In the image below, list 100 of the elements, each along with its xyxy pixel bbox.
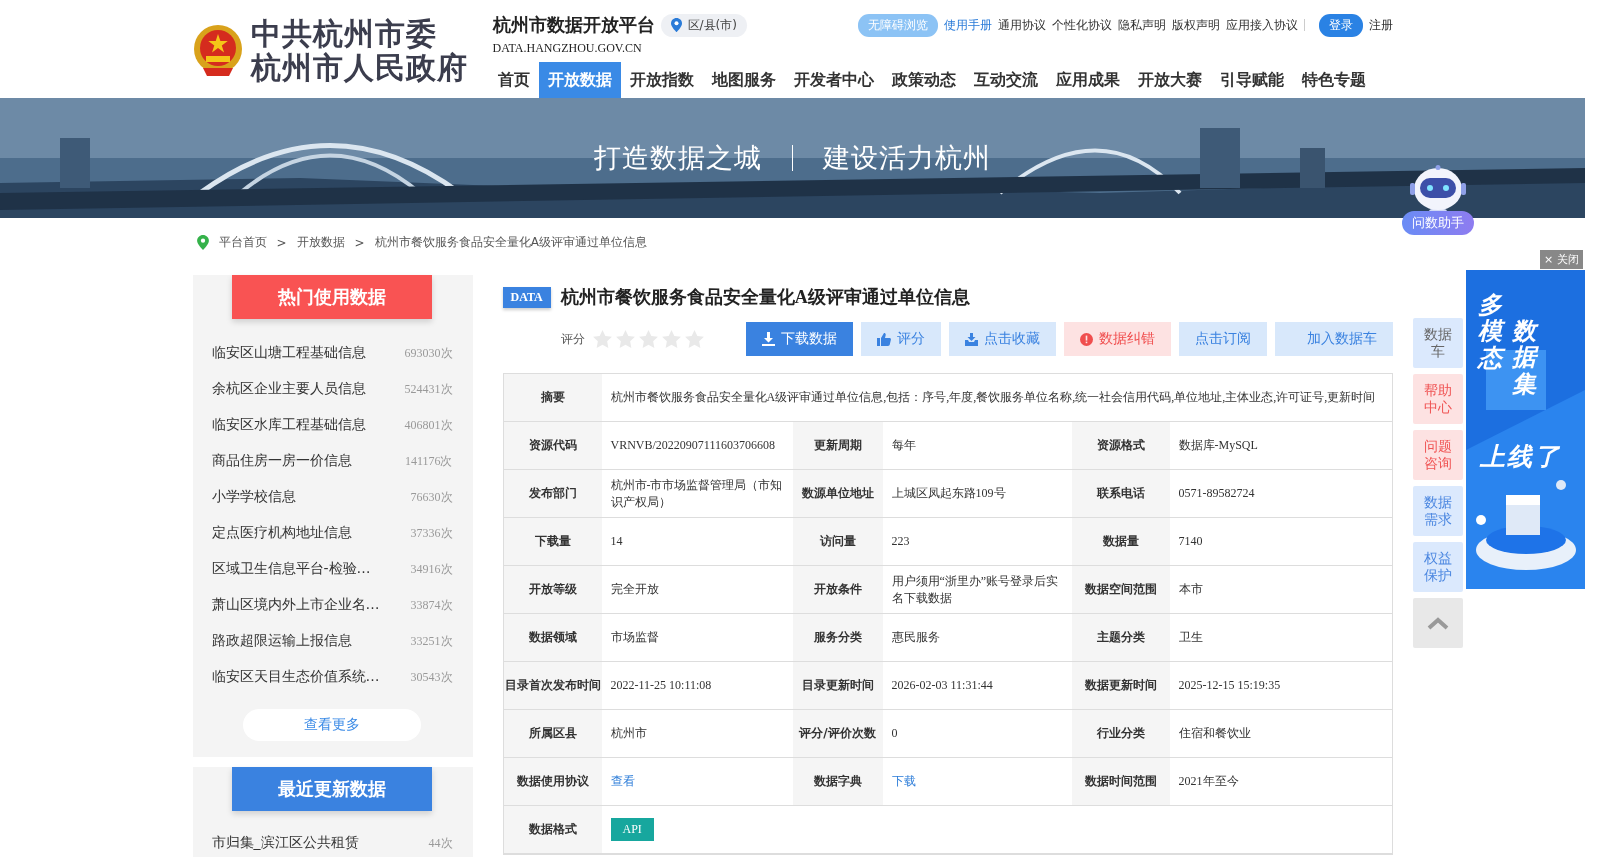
usage-count: 44次 [428,834,453,852]
field-value: 2026-02-03 11:31:44 [891,677,993,694]
field-value: 7140 [1178,533,1203,550]
field-value: 本市 [1178,581,1203,598]
header-link[interactable]: 使用手册 [943,16,992,34]
field-label: 行业分类 [1096,725,1145,742]
dataset-link[interactable]: 小学学校信息 [211,488,296,506]
dataset-link[interactable]: 余杭区企业主要人员信息 [211,380,366,398]
ad-tagline: 上线了 [1480,441,1561,473]
usage-count: 30543次 [410,668,453,686]
banner-slogan: 建设活力杭州 [823,141,991,175]
link[interactable]: 下载 [891,773,916,790]
emblem-icon [192,24,243,78]
panel-heading: 最近更新数据 [232,767,432,811]
field-label: 摘要 [540,389,565,406]
usage-count: 34916次 [410,560,453,578]
dataset-link[interactable]: 临安区山塘工程基础信息 [211,344,366,362]
location-pin-icon [196,235,209,250]
nav-tab[interactable]: 开放数据 [538,62,621,98]
field-label: 发布部门 [528,485,577,502]
nav-tab[interactable]: 开放指数 [620,62,703,98]
nav-tab[interactable]: 政策动态 [882,62,965,98]
dataset-link[interactable]: 定点医疗机构地址信息 [211,524,352,542]
field-label: 更新周期 [813,437,862,454]
header-link[interactable]: 隐私声明 [1117,16,1166,34]
field-label: 开放条件 [813,581,862,598]
platform-title: 杭州市数据开放平台 [492,13,655,38]
field-label: 数据使用协议 [516,773,589,790]
nav-tab[interactable]: 地图服务 [702,62,785,98]
dataset-link[interactable]: 商品住房一房一价信息 [211,452,352,470]
region-selector[interactable]: 区/县(市) [660,13,747,37]
usage-count: 76630次 [410,488,453,506]
field-label: 数据字典 [813,773,862,790]
current-page-title: 杭州市餐饮服务食品安全量化A级评审通过单位信息 [374,234,647,251]
breadcrumb-separator: > [276,235,287,250]
field-value: 市场监督 [610,629,659,646]
header-button[interactable]: 登录 [1318,13,1363,37]
field-value: 14 [610,533,623,550]
dataset-link[interactable]: 市归集_滨江区公共租赁 [211,834,359,852]
usage-count: 141176次 [404,452,453,470]
field-value: 数据库-MySQL [1178,437,1258,454]
banner-slogan: 打造数据之城 [594,141,762,175]
field-label: 目录更新时间 [801,677,874,694]
dataset-link[interactable]: 临安区水库工程基础信息 [211,416,366,434]
field-label: 下载量 [534,533,571,550]
usage-count: 406801次 [404,416,453,434]
rating-label: 评分 [560,330,585,348]
dataset-link[interactable]: 萧山区境内外上市企业名… [211,596,380,614]
field-value: 2022-11-25 10:11:08 [610,677,712,694]
field-label: 数据更新时间 [1084,677,1157,694]
field-label: 访问量 [819,533,856,550]
link[interactable]: 查看 [610,773,635,790]
usage-count: 37336次 [410,524,453,542]
field-value: 2021年至今 [1178,773,1239,790]
panel-heading: 热门使用数据 [232,275,432,319]
field-value: VRNVB/20220907111603706608 [610,437,775,454]
field-value: 2025-12-15 15:19:35 [1178,677,1281,694]
view-more-button[interactable]: 查看更多 [243,709,421,741]
nav-tab[interactable]: 互动交流 [964,62,1047,98]
field-label: 数据领域 [528,629,577,646]
usage-count: 524431次 [404,380,453,398]
breadcrumb-link[interactable]: 开放数据 [296,234,345,251]
dataset-link[interactable]: 临安区天目生态价值系统… [211,668,380,686]
format-tag: API [610,818,654,841]
field-value: 惠民服务 [891,629,940,646]
nav-tab[interactable]: 应用成果 [1046,62,1129,98]
location-pin-icon [670,18,682,33]
header-link[interactable]: 注册 [1368,16,1393,34]
field-label: 数源单位地址 [801,485,874,502]
field-label: 数据量 [1102,533,1139,550]
field-label: 资源代码 [528,437,577,454]
field-label: 开放等级 [528,581,577,598]
nav-tab[interactable]: 开发者中心 [784,62,883,98]
field-value: 上城区凤起东路109号 [891,485,1006,502]
nav-tab[interactable]: 引导赋能 [1210,62,1293,98]
header-link[interactable]: 通用协议 [997,16,1046,34]
header-link[interactable]: 版权声明 [1171,16,1220,34]
field-label: 评分/评价次数 [799,725,876,742]
back-to-top-button[interactable] [1413,598,1463,648]
thumbs-up-icon [876,332,891,346]
field-value: 0571-89582724 [1178,485,1255,502]
field-label: 数据时间范围 [1084,773,1157,790]
dataset-link[interactable]: 路政超限运输上报信息 [211,632,352,650]
field-label: 数据空间范围 [1084,581,1157,598]
data-badge: DATA [502,286,551,308]
nav-tab[interactable]: 开放大赛 [1128,62,1211,98]
field-value: 223 [891,533,910,550]
dataset-link[interactable]: 区域卫生信息平台-检验… [211,560,371,578]
action-button[interactable]: 下载数据 [745,322,853,356]
header-link[interactable]: 个性化协议 [1051,16,1112,34]
nav-tab[interactable]: 特色专题 [1292,62,1375,98]
side-tool-button[interactable]: 数据车 [1413,318,1463,368]
nav-tab[interactable]: 首页 [488,62,539,98]
breadcrumb-link[interactable]: 平台首页 [218,234,267,251]
organization-name: 杭州市人民政府 [250,51,468,85]
close-button[interactable]: × 关闭 [1540,250,1583,269]
field-value: 0 [891,725,898,742]
field-value: 杭州市 [610,725,647,742]
tray-icon [964,332,978,346]
header-link[interactable]: 应用接入协议 [1225,16,1298,34]
